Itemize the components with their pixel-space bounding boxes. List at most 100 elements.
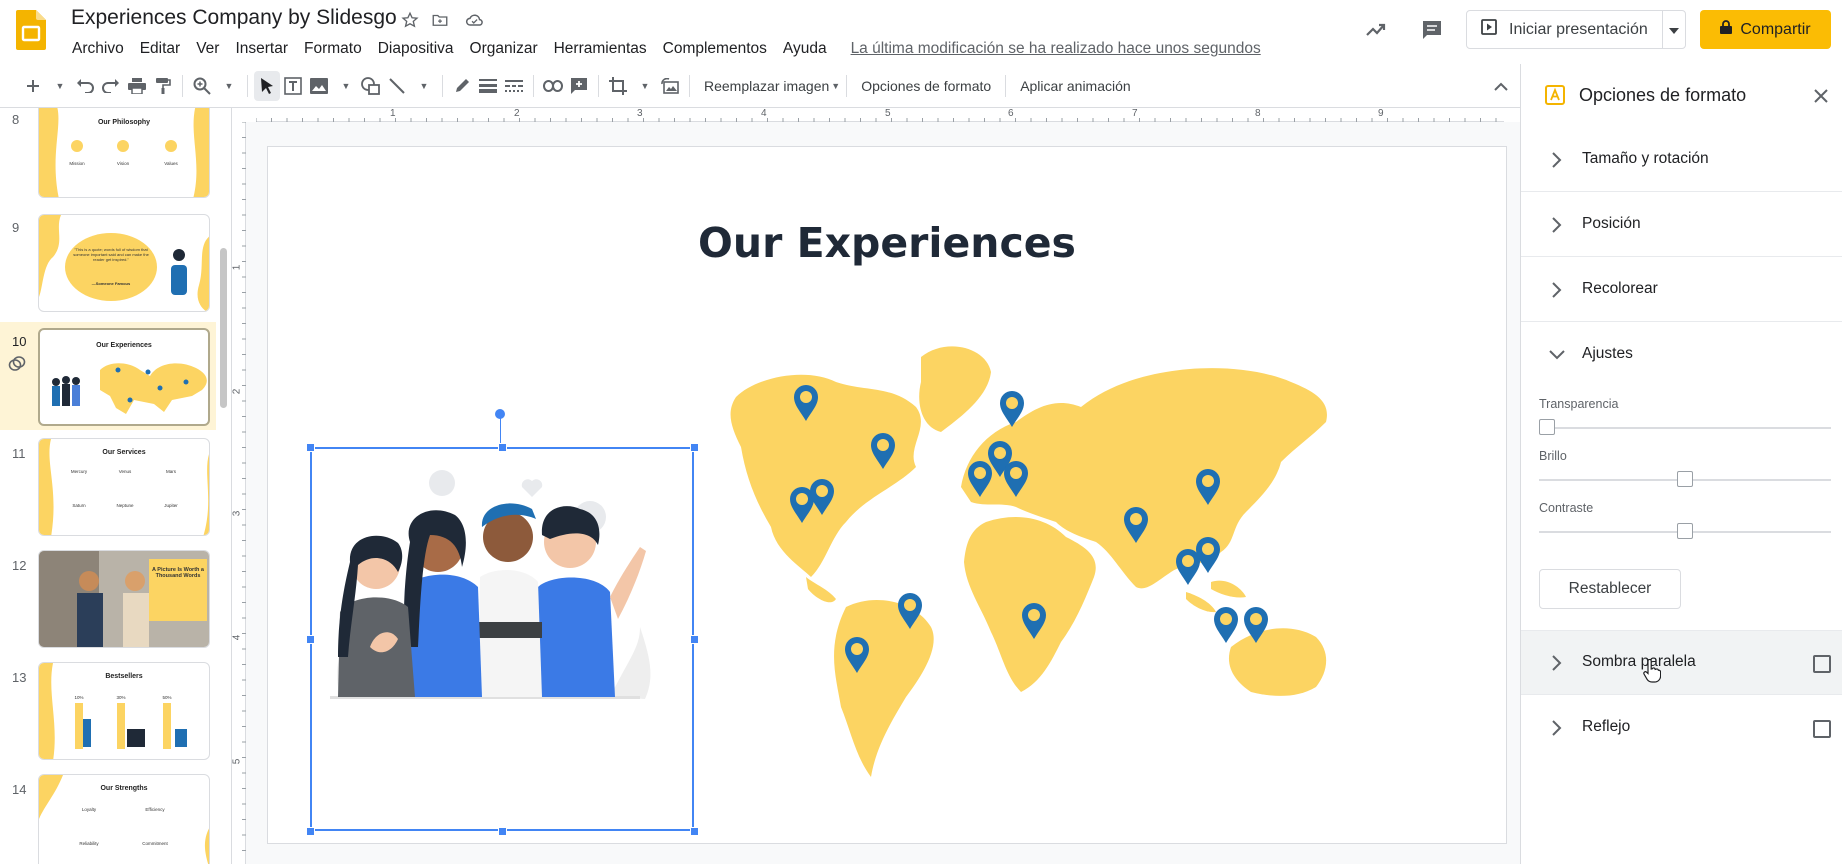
text-box-button[interactable]	[280, 71, 306, 101]
line-button[interactable]	[384, 71, 410, 101]
cloud-saved-icon[interactable]	[463, 8, 487, 32]
resize-handle-bottom-right[interactable]	[690, 827, 699, 836]
move-folder-icon[interactable]	[428, 8, 452, 32]
menu-ayuda[interactable]: Ayuda	[775, 38, 835, 60]
insert-image-button[interactable]	[306, 71, 332, 101]
slide-thumbnail-11[interactable]: Our Services Mercury Venus Mars Saturn N…	[38, 438, 210, 536]
share-button[interactable]: Compartir	[1700, 10, 1831, 49]
section-position[interactable]: Posición	[1521, 193, 1842, 257]
print-button[interactable]	[124, 71, 150, 101]
brightness-slider-thumb[interactable]	[1677, 471, 1693, 487]
resize-handle-left[interactable]	[306, 635, 315, 644]
menu-herramientas[interactable]: Herramientas	[546, 38, 655, 60]
paint-format-button[interactable]	[150, 71, 176, 101]
zoom-dropdown[interactable]: ▼	[215, 71, 241, 101]
menu-ver[interactable]: Ver	[188, 38, 227, 60]
resize-handle-bottom-left[interactable]	[306, 827, 315, 836]
format-options-button[interactable]: Opciones de formato	[853, 71, 999, 101]
comments-icon[interactable]	[1416, 14, 1448, 46]
menu-formato[interactable]: Formato	[296, 38, 370, 60]
image-selection-box[interactable]	[310, 447, 694, 831]
section-drop-shadow[interactable]: Sombra paralela	[1521, 631, 1842, 695]
resize-handle-bottom[interactable]	[498, 827, 507, 836]
slides-logo-icon[interactable]	[16, 10, 46, 50]
slide-entry-14[interactable]: 14 Our Strengths Loyalty Efficiency Reli…	[0, 768, 216, 864]
world-map-illustration[interactable]	[716, 337, 1386, 787]
slide-canvas[interactable]: Our Experiences	[268, 147, 1506, 843]
present-button[interactable]: Iniciar presentación	[1467, 11, 1663, 48]
reflection-checkbox[interactable]	[1813, 720, 1831, 738]
menu-organizar[interactable]: Organizar	[462, 38, 546, 60]
resize-handle-right[interactable]	[690, 635, 699, 644]
crop-dropdown[interactable]: ▼	[631, 71, 657, 101]
apply-animation-button[interactable]: Aplicar animación	[1012, 71, 1139, 101]
insert-link-button[interactable]	[540, 71, 566, 101]
present-icon	[1481, 19, 1497, 40]
section-recolor[interactable]: Recolorear	[1521, 258, 1842, 322]
new-slide-dropdown[interactable]: ▼	[46, 71, 72, 101]
shape-button[interactable]	[358, 71, 384, 101]
reset-adjustments-button[interactable]: Restablecer	[1539, 569, 1681, 609]
border-dash-button[interactable]	[501, 71, 527, 101]
slide-thumbnail-13[interactable]: Bestsellers 10% 30% 50%	[38, 662, 210, 760]
resize-handle-top-left[interactable]	[306, 443, 315, 452]
activity-dashboard-icon[interactable]	[1360, 14, 1392, 46]
add-comment-button[interactable]	[566, 71, 592, 101]
thumb-title: A Picture Is Worth a Thousand Words	[152, 567, 204, 579]
transparency-slider[interactable]	[1539, 419, 1831, 435]
last-edit-link[interactable]: La última modificación se ha realizado h…	[835, 40, 1269, 58]
section-reflection[interactable]: Reflejo	[1521, 696, 1842, 760]
star-icon[interactable]	[398, 8, 422, 32]
section-size-rotation[interactable]: Tamaño y rotación	[1521, 128, 1842, 192]
slide-entry-12[interactable]: 12 A Picture Is Worth a Thousand Words	[0, 544, 216, 656]
new-slide-button[interactable]	[20, 71, 46, 101]
insert-image-dropdown[interactable]: ▼	[332, 71, 358, 101]
collapse-toolbar-button[interactable]	[1488, 71, 1514, 101]
menu-complementos[interactable]: Complementos	[655, 38, 775, 60]
vertical-ruler[interactable]: 1 2 3 4 5	[231, 122, 246, 864]
undo-button[interactable]	[72, 71, 98, 101]
select-tool-button[interactable]	[254, 70, 280, 101]
drop-shadow-checkbox[interactable]	[1813, 655, 1831, 673]
slide-thumbnail-12[interactable]: A Picture Is Worth a Thousand Words	[38, 550, 210, 648]
section-adjustments[interactable]: Ajustes	[1521, 323, 1842, 387]
zoom-button[interactable]	[189, 71, 215, 101]
resize-handle-top[interactable]	[498, 443, 507, 452]
slide-entry-9[interactable]: 9 "This is a quote; words full of wisdom…	[0, 212, 216, 324]
close-icon[interactable]	[1811, 86, 1831, 106]
filmstrip-scrollbar[interactable]	[220, 248, 227, 408]
rotate-handle[interactable]	[495, 409, 505, 419]
transparency-slider-thumb[interactable]	[1539, 419, 1555, 435]
menu-archivo[interactable]: Archivo	[64, 38, 132, 60]
line-dropdown[interactable]: ▼	[410, 71, 436, 101]
brightness-slider[interactable]	[1539, 471, 1831, 487]
slide-entry-8[interactable]: 8 Our Philosophy Mission Vision Values	[0, 108, 216, 204]
redo-button[interactable]	[98, 71, 124, 101]
slide-entry-10[interactable]: 10 Our Experiences	[0, 322, 216, 430]
border-weight-button[interactable]	[475, 71, 501, 101]
slide-entry-11[interactable]: 11 Our Services Mercury Venus Mars Satur…	[0, 432, 216, 544]
cursor-arrow-icon	[260, 77, 274, 95]
menu-diapositiva[interactable]: Diapositiva	[370, 38, 462, 60]
present-dropdown-button[interactable]	[1663, 11, 1685, 48]
linked-objects-icon[interactable]	[8, 356, 26, 377]
menu-editar[interactable]: Editar	[132, 38, 189, 60]
toolbar-divider	[442, 74, 443, 97]
slide-thumbnail-8[interactable]: Our Philosophy Mission Vision Values	[38, 108, 210, 198]
contrast-slider[interactable]	[1539, 523, 1831, 539]
document-title[interactable]: Experiences Company by Slidesgo	[71, 6, 397, 30]
border-color-button[interactable]	[449, 71, 475, 101]
slide-thumbnail-10[interactable]: Our Experiences	[38, 328, 210, 426]
slide-title[interactable]: Our Experiences	[268, 219, 1506, 267]
menu-insertar[interactable]: Insertar	[227, 38, 296, 60]
resize-handle-top-right[interactable]	[690, 443, 699, 452]
replace-image-button[interactable]: Reemplazar imagen ▼	[696, 71, 840, 101]
reset-image-button[interactable]	[657, 71, 683, 101]
crop-button[interactable]	[605, 71, 631, 101]
slide-entry-13[interactable]: 13 Bestsellers 10% 30% 50%	[0, 656, 216, 768]
slide-thumbnail-14[interactable]: Our Strengths Loyalty Efficiency Reliabi…	[38, 774, 210, 864]
toolbar-divider	[846, 74, 848, 97]
horizontal-ruler[interactable]: 1 2 3 4 5 6 7 8 9	[256, 108, 1504, 122]
contrast-slider-thumb[interactable]	[1677, 523, 1693, 539]
slide-thumbnail-9[interactable]: "This is a quote; words full of wisdom t…	[38, 214, 210, 312]
